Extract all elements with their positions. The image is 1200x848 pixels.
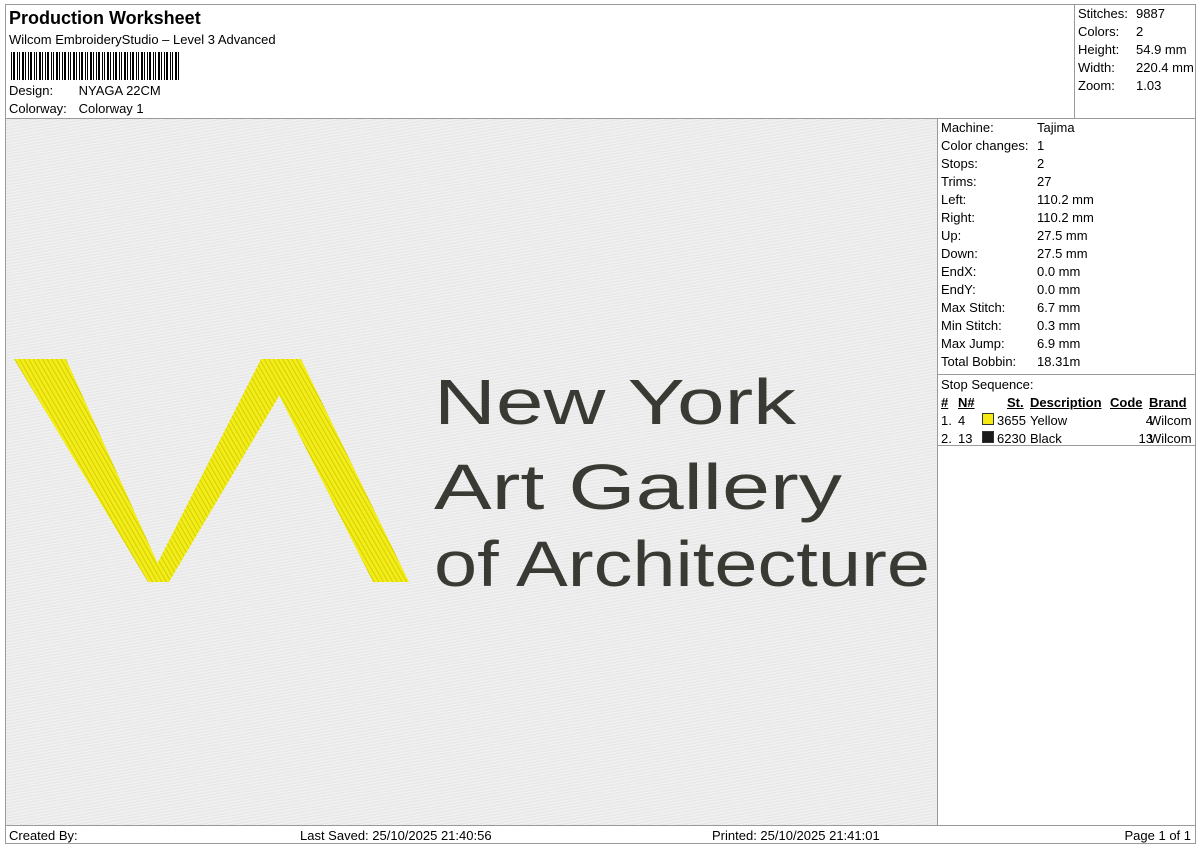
worksheet-footer: Created By: Last Saved: 25/10/2025 21:40… [6, 825, 1195, 843]
stat-left: Left: 110.2 mm [941, 192, 1094, 207]
colorway-label: Colorway: [9, 101, 67, 116]
col-header-needle: N# [958, 395, 975, 410]
stat-stitches: Stitches: 9887 [1078, 6, 1165, 21]
col-header-num: # [941, 395, 949, 410]
table-row: 2. 13 6230 Black 13 Wilcom [941, 431, 1192, 446]
stat-min-stitch: Min Stitch: 0.3 mm [941, 318, 1081, 333]
colorway-row: Colorway: Colorway 1 [9, 101, 144, 116]
logo-stroke-right [261, 359, 409, 582]
design-label: Design: [9, 83, 54, 98]
logo-mark [14, 359, 409, 582]
stat-stops: Stops: 2 [941, 156, 1045, 171]
stat-color-changes: Color changes: 1 [941, 138, 1045, 153]
logo-stroke-left [14, 359, 166, 582]
thread-color-swatch [982, 413, 994, 425]
stop-sequence-table: Stop Sequence: # N# St. Description Code… [938, 374, 1195, 446]
stat-height: Height: 54.9 mm [1078, 42, 1187, 57]
design-preview: New York Art Gallery of Architecture [6, 119, 937, 825]
col-header-code: Code [1110, 395, 1143, 410]
machine-stats-panel: Machine: Tajima Color changes: 1 Stops: 2 T… [938, 119, 1195, 825]
stat-trims: Trims: 27 [941, 174, 1052, 189]
col-header-brand: Brand [1149, 395, 1187, 410]
stat-machine: Machine: Tajima [941, 120, 1075, 135]
design-row: Design: NYAGA 22CM [9, 83, 161, 98]
stat-right: Right: 110.2 mm [941, 210, 1094, 225]
design-text-line1: New York [434, 366, 797, 438]
design-summary: Stitches: 9887 Colors: 2 Height: 54.9 mm Wi… [1074, 5, 1197, 118]
worksheet-frame: Production Worksheet Wilcom EmbroiderySt… [5, 4, 1196, 844]
software-name: Wilcom EmbroideryStudio – Level 3 Advanc… [9, 32, 276, 47]
embroidery-design: New York Art Gallery of Architecture [14, 359, 930, 600]
stat-endy: EndY: 0.0 mm [941, 282, 1081, 297]
table-row: 1. 4 3655 Yellow 4 Wilcom [941, 413, 1192, 428]
design-text-line2: Art Gallery [434, 451, 842, 523]
design-text-line3: of Architecture [434, 528, 930, 600]
created-by: Created By: [9, 828, 78, 843]
stat-down: Down: 27.5 mm [941, 246, 1088, 261]
printed-date: Printed: 25/10/2025 21:41:01 [712, 828, 880, 843]
col-header-stitches: St. [1007, 395, 1024, 410]
stat-endx: EndX: 0.0 mm [941, 264, 1081, 279]
thread-color-swatch [982, 431, 994, 443]
design-value: NYAGA 22CM [78, 83, 161, 98]
stat-zoom: Zoom: 1.03 [1078, 78, 1162, 93]
stop-sequence-label: Stop Sequence: [941, 377, 1034, 392]
col-header-description: Description [1030, 395, 1102, 410]
stat-max-stitch: Max Stitch: 6.7 mm [941, 300, 1081, 315]
stat-colors: Colors: 2 [1078, 24, 1144, 39]
colorway-value: Colorway 1 [78, 101, 144, 116]
last-saved: Last Saved: 25/10/2025 21:40:56 [300, 828, 492, 843]
stat-up: Up: 27.5 mm [941, 228, 1088, 243]
stat-total-bobbin: Total Bobbin: 18.31m [941, 354, 1081, 369]
worksheet-title: Production Worksheet [9, 8, 201, 28]
barcode-image [11, 52, 179, 80]
worksheet-header: Production Worksheet Wilcom EmbroiderySt… [6, 5, 1074, 118]
page-number: Page 1 of 1 [1124, 828, 1192, 843]
stat-width: Width: 220.4 mm [1078, 60, 1194, 75]
stat-max-jump: Max Jump: 6.9 mm [941, 336, 1081, 351]
